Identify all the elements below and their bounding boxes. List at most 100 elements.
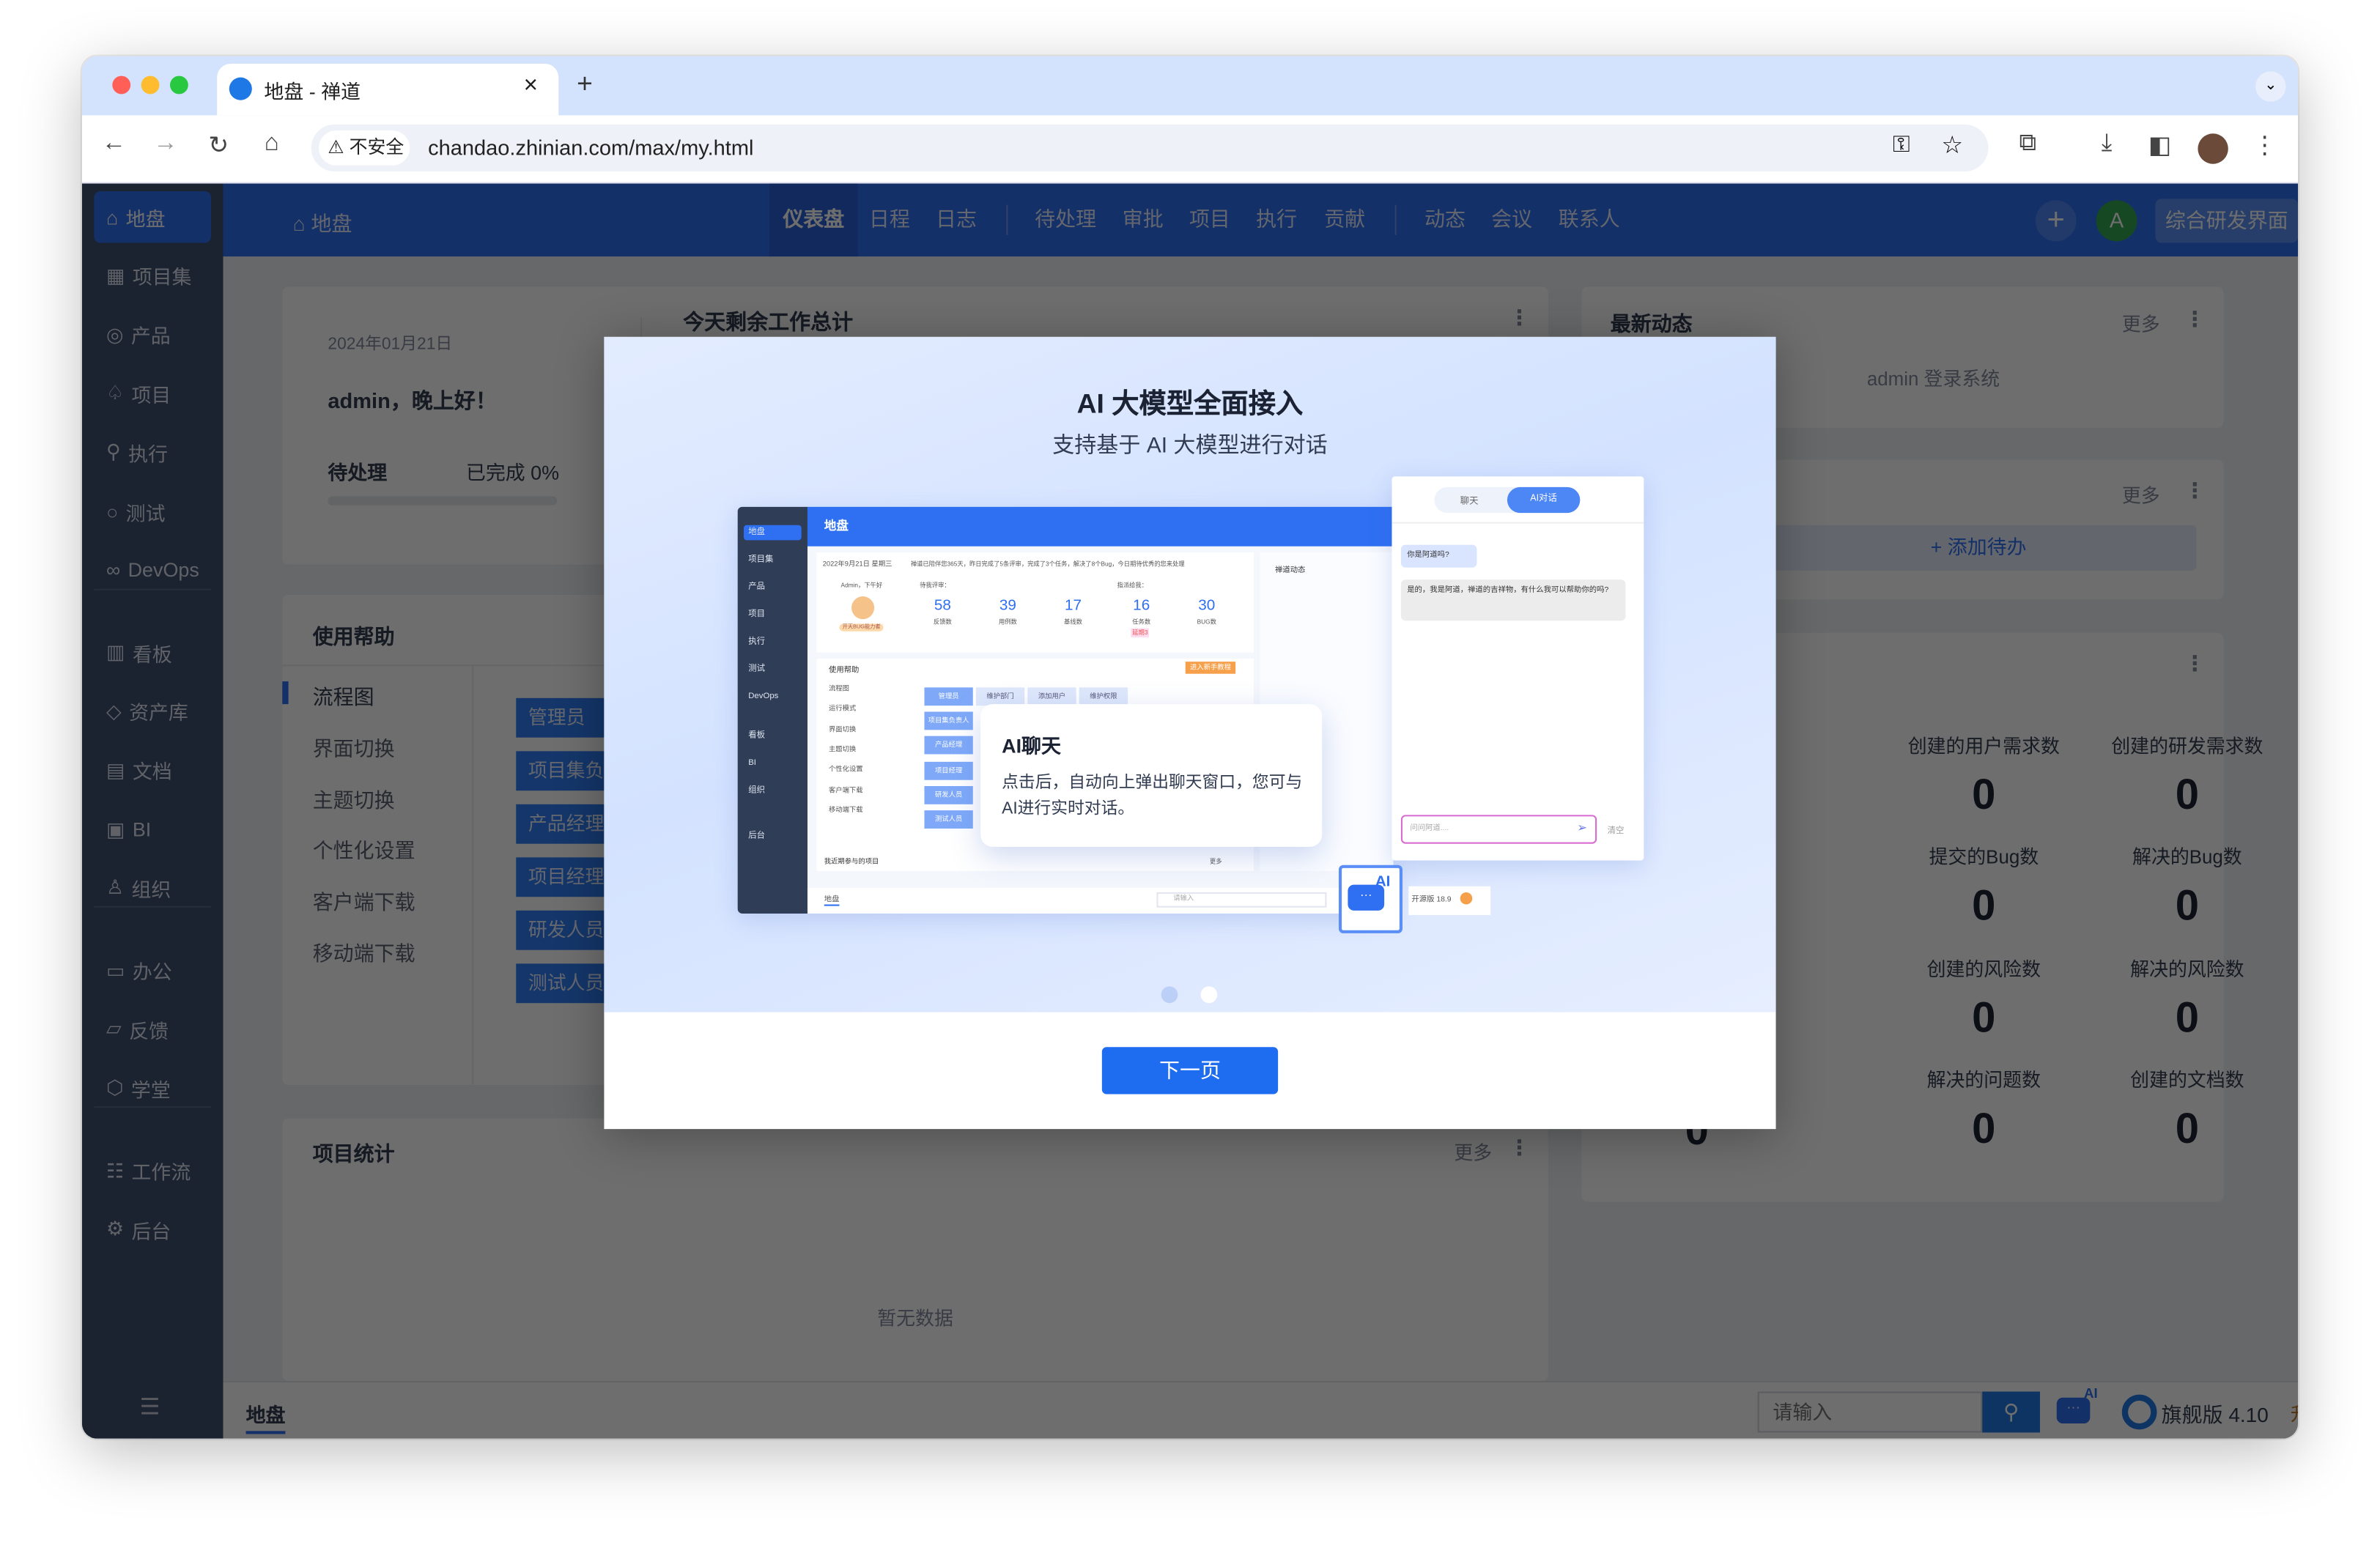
preview-chat-tab-active: AI对话	[1507, 486, 1581, 514]
url-text[interactable]: chandao.zhinian.com/max/my.html	[428, 135, 753, 159]
preview-stat-label: 反馈数	[933, 618, 952, 626]
nav-item-2[interactable]: 日志	[923, 184, 989, 256]
side-panel-icon[interactable]: ◧	[2142, 130, 2178, 160]
reload-icon[interactable]: ↻	[200, 130, 237, 160]
tab-search-chevron-icon[interactable]: ⌄	[2255, 71, 2286, 102]
sidebar-item-15[interactable]: ☷ 工作流	[94, 1145, 210, 1196]
add-button[interactable]: +	[2035, 200, 2077, 242]
nav-item-5[interactable]: 项目	[1176, 184, 1243, 256]
todo-more-link[interactable]: 更多	[2122, 480, 2160, 508]
project-stats-more-link[interactable]: 更多	[1454, 1136, 1492, 1165]
sidebar-item-4[interactable]: ⚲ 执行	[94, 426, 210, 478]
user-avatar[interactable]: A	[2096, 200, 2137, 242]
nav-item-4[interactable]: 审批	[1109, 184, 1176, 256]
preview-role: 项目经理	[924, 761, 973, 779]
new-tab-button[interactable]: +	[577, 68, 593, 100]
nav-item-0[interactable]: 仪表盘	[769, 183, 858, 257]
nav-item-8[interactable]: 动态	[1411, 184, 1478, 256]
sidebar-item-0[interactable]: ⌂ 地盘	[94, 190, 211, 243]
nav-item-6[interactable]: 执行	[1243, 184, 1309, 256]
help-item[interactable]: 个性化设置	[313, 834, 415, 864]
switch-interface-button[interactable]: 综合研发界面	[2155, 199, 2299, 243]
carousel-dot[interactable]	[1161, 986, 1178, 1004]
preview-sidebar-item: 组织	[748, 785, 766, 796]
back-icon[interactable]: ←	[95, 130, 132, 158]
active-indicator	[282, 681, 289, 705]
help-item[interactable]: 主题切换	[313, 782, 395, 812]
help-item[interactable]: 界面切换	[313, 731, 395, 761]
date-text: 2024年01月21日	[328, 335, 453, 354]
modal-title: AI 大模型全面接入	[1076, 388, 1304, 419]
add-todo-button[interactable]: + 添加待办	[1760, 525, 2197, 571]
key-icon[interactable]: ⚿	[1893, 132, 1910, 158]
close-window-button[interactable]	[112, 75, 131, 95]
preview-notice: 禅道已陪伴您365天，昨日完成了5条评审，完成了3个任务，解决了8个Bug，今日…	[910, 560, 1185, 568]
sidebar-item-3[interactable]: ♤ 项目	[94, 368, 210, 419]
home-icon[interactable]: ⌂	[254, 130, 290, 158]
profile-avatar[interactable]	[2198, 133, 2228, 164]
preview-news-title: 禅道动态	[1274, 566, 1306, 576]
sidebar-item-9[interactable]: ▤ 文档	[94, 744, 210, 796]
ai-chat-icon[interactable]: ···	[2056, 1397, 2091, 1423]
help-item[interactable]: 客户端下载	[313, 885, 415, 915]
address-bar[interactable]: ⚠ 不安全 chandao.zhinian.com/max/my.html ⚿ …	[311, 124, 1989, 172]
nav-item-1[interactable]: 日程	[856, 184, 923, 256]
next-page-button[interactable]: 下一页	[1101, 1047, 1279, 1095]
maximize-window-button[interactable]	[169, 75, 188, 95]
sidebar-item-5[interactable]: ○ 测试	[94, 486, 210, 537]
browser-tab[interactable]: 地盘 - 禅道 ×	[217, 63, 559, 116]
sidebar-item-label: BI	[132, 818, 152, 841]
sidebar-item-16[interactable]: ⚙ 后台	[94, 1204, 210, 1255]
sidebar-item-7[interactable]: ▥ 看板	[94, 627, 210, 678]
sidebar-item-1[interactable]: ▦ 项目集	[94, 250, 210, 301]
forward-icon[interactable]: →	[147, 130, 184, 158]
help-item[interactable]: 移动端下载	[313, 936, 415, 966]
browser-menu-icon[interactable]: ⋮	[2247, 130, 2283, 160]
stat-label: 创建的用户需求数	[1907, 736, 2060, 758]
bottom-tab-dashboard[interactable]: 地盘	[245, 1399, 286, 1434]
carousel-dot[interactable]	[1200, 986, 1218, 1004]
search-button[interactable]: ⚲	[1982, 1391, 2040, 1433]
sidebar-item-8[interactable]: ◇ 资产库	[94, 686, 210, 737]
summary-title: 今天剩余工作总计	[683, 309, 854, 334]
more-options-icon[interactable]: ⋮	[2184, 651, 2206, 677]
tab-strip: 地盘 - 禅道 × + ⌄	[81, 56, 2299, 116]
dynamics-more-link[interactable]: 更多	[2122, 308, 2160, 336]
global-search-input[interactable]	[1757, 1391, 1983, 1433]
bookmark-star-icon[interactable]: ☆	[1941, 130, 1963, 160]
more-options-icon[interactable]: ⋮	[1509, 305, 1530, 330]
help-item[interactable]: 流程图	[313, 680, 374, 710]
nav-item-3[interactable]: 待处理	[1021, 184, 1109, 256]
tab-close-icon[interactable]: ×	[524, 73, 538, 100]
nav-item-10[interactable]: 联系人	[1545, 184, 1633, 256]
sidebar-item-13[interactable]: ▱ 反馈	[94, 1004, 210, 1055]
download-icon[interactable]: ⤓	[2088, 130, 2125, 158]
preview-stat-label: 任务数	[1132, 618, 1151, 626]
breadcrumb[interactable]: ⌂ 地盘	[293, 207, 352, 237]
minimize-window-button[interactable]	[141, 75, 160, 95]
stat-value: 0	[2175, 1104, 2200, 1152]
gear-icon: ⚙	[106, 1217, 125, 1240]
more-options-icon[interactable]: ⋮	[2184, 306, 2206, 332]
extensions-icon[interactable]: ⧉	[2010, 130, 2047, 158]
more-options-icon[interactable]: ⋮	[2184, 478, 2206, 503]
sidebar-item-label: 项目集	[132, 266, 192, 289]
sidebar-item-12[interactable]: ▭ 办公	[94, 945, 210, 996]
security-label[interactable]: 不安全	[350, 136, 404, 158]
workflow-icon: ☷	[106, 1158, 125, 1182]
upgrade-link[interactable]: 升级	[2291, 1398, 2298, 1439]
collapse-menu-icon[interactable]: ☰	[140, 1393, 160, 1421]
sidebar: ☰ ⌂ 地盘 ▦ 项目集 ◎ 产品 ♤ 项目 ⚲ 执行 ○ 测试 ∞ DevOps ▥ 看板 ◇ 资产库 ▤ 文档 ▣ B…	[81, 183, 223, 1439]
sidebar-item-10[interactable]: ▣ BI	[94, 804, 210, 855]
zentao-favicon-icon	[229, 77, 252, 100]
nav-item-9[interactable]: 会议	[1479, 184, 1545, 256]
sidebar-item-label: 学堂	[130, 1078, 171, 1102]
sidebar-item-2[interactable]: ◎ 产品	[94, 309, 210, 360]
preview-date: 2022年9月21日 星期三	[822, 560, 892, 568]
nav-separator	[1394, 204, 1397, 236]
more-options-icon[interactable]: ⋮	[1509, 1135, 1530, 1160]
preview-stat-label: BUG数	[1197, 618, 1216, 626]
preview-sidebar-item: 地盘	[743, 525, 802, 541]
nav-item-7[interactable]: 贡献	[1312, 184, 1378, 256]
sidebar-item-label: 文档	[132, 760, 172, 784]
